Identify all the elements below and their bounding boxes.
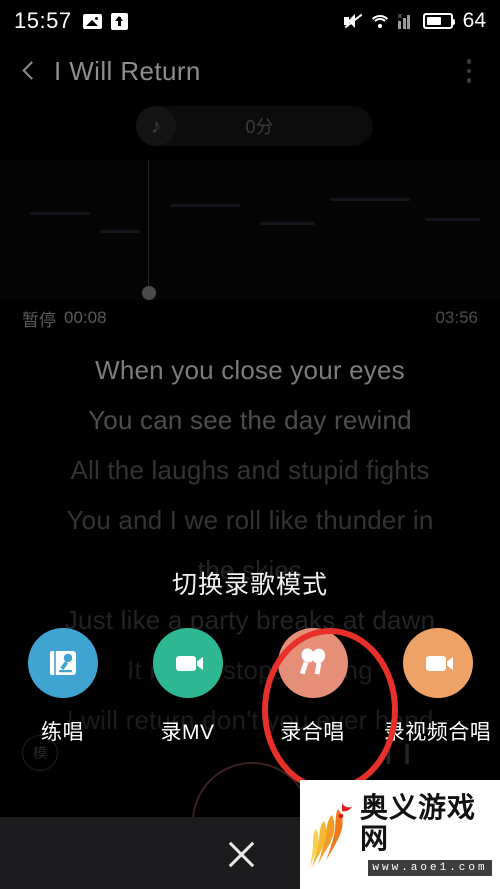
mode-item-record-duet[interactable]: 录合唱 xyxy=(257,628,369,746)
phoenix-logo-icon xyxy=(310,802,352,869)
title-bar: I Will Return xyxy=(0,42,500,100)
video-camera-icon[interactable] xyxy=(152,628,223,698)
lyric-line: When you close your eyes xyxy=(95,355,405,385)
playback-row: 暂停 00:08 03:56 xyxy=(0,303,500,333)
playback-status: 暂停 xyxy=(22,310,56,330)
status-right-icons: × 64 xyxy=(344,9,486,33)
battery-icon xyxy=(422,13,455,29)
signal-icon: × xyxy=(397,12,415,29)
mute-icon xyxy=(344,13,363,29)
watermark-text: 奥义游戏网 www.aoe1.com xyxy=(360,790,500,877)
wifi-icon xyxy=(368,13,392,29)
lyric-line: All the laughs and stupid fights xyxy=(70,455,430,485)
lyric-line: You can see the day rewind xyxy=(88,405,412,435)
video-camera-icon[interactable] xyxy=(402,628,473,698)
overlay-title: 切换录歌模式 xyxy=(171,571,328,599)
mode-list: 练唱 录MV 录合唱 录视频合唱 xyxy=(0,628,500,746)
mode-label: 练唱 xyxy=(41,721,84,744)
watermark-title: 奥义游戏网 xyxy=(360,790,477,855)
mode-item-practice[interactable]: 练唱 xyxy=(7,628,119,746)
status-time: 15:57 xyxy=(14,8,72,33)
status-bar: 15:57 × 64 xyxy=(0,0,500,42)
page-title: I Will Return xyxy=(54,55,201,86)
chevron-left-icon[interactable] xyxy=(18,58,44,84)
upload-icon xyxy=(110,12,128,30)
mic-card-icon[interactable] xyxy=(27,628,98,698)
more-vertical-icon[interactable] xyxy=(456,56,482,86)
mode-label: 录合唱 xyxy=(280,721,345,744)
mode-item-record-video-duet[interactable]: 录视频合唱 xyxy=(382,628,494,746)
pitch-handle[interactable] xyxy=(142,286,156,300)
mode-label: 录MV xyxy=(160,721,215,744)
close-icon[interactable] xyxy=(222,835,260,873)
phone-screen: 15:57 × 64 I Will Return ♪ 0分 暂停 00:08 0… xyxy=(0,0,500,889)
score-pill: ♪ 0分 xyxy=(136,106,373,146)
mode-item-record-mv[interactable]: 录MV xyxy=(132,628,244,746)
music-note-icon: ♪ xyxy=(136,106,176,146)
mode-label: 录视频合唱 xyxy=(383,721,492,744)
battery-level: 64 xyxy=(462,9,486,32)
playback-total-time: 03:56 xyxy=(435,308,478,327)
pitch-scoring-panel xyxy=(0,160,500,300)
lyric-line: You and I we roll like thunder in xyxy=(66,505,434,535)
watermark-url: www.aoe1.com xyxy=(368,860,492,877)
playback-current-time: 00:08 xyxy=(64,308,107,327)
status-left-icons xyxy=(82,12,128,30)
pitch-playhead xyxy=(148,160,149,300)
duet-mic-icon[interactable] xyxy=(277,628,348,698)
watermark: 奥义游戏网 www.aoe1.com xyxy=(300,780,500,889)
score-value: 0分 xyxy=(245,117,274,137)
photo-icon xyxy=(82,13,102,29)
